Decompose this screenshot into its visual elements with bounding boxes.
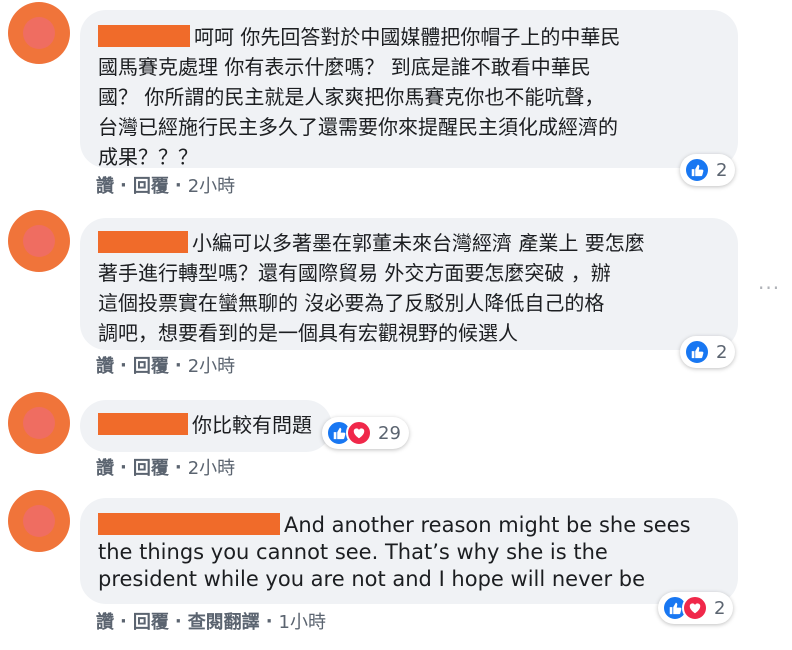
like-icon xyxy=(684,157,710,183)
comment-text: And another reason might be she sees the… xyxy=(98,512,720,593)
reaction-count: 2 xyxy=(716,341,728,363)
comment-actions: 讚 · 回覆 · 2小時 xyxy=(96,454,235,480)
comment-actions: 讚 · 回覆 · 查閱翻譯 · 1小時 xyxy=(96,608,326,634)
reaction-count: 2 xyxy=(716,159,728,181)
love-icon xyxy=(346,420,372,446)
avatar[interactable] xyxy=(8,392,70,454)
redacted-author-name[interactable] xyxy=(98,231,188,253)
comment-text: 呵呵 你先回答對於中國媒體把你帽子上的中華民 國馬賽克處理 你有表示什麼嗎？ 到… xyxy=(98,22,720,172)
avatar[interactable] xyxy=(8,490,70,552)
comment-body: 你比較有問題 xyxy=(192,413,312,437)
comment-actions: 讚 · 回覆 · 2小時 xyxy=(96,352,235,378)
reaction-summary[interactable]: 2 xyxy=(680,154,736,186)
reply-link[interactable]: 回覆 xyxy=(133,608,169,634)
reaction-summary[interactable]: 2 xyxy=(658,592,734,624)
redacted-author-name[interactable] xyxy=(98,25,190,47)
avatar[interactable] xyxy=(8,210,70,272)
comment-text: 小編可以多著墨在郭董未來台灣經濟 產業上 要怎麼 著手進行轉型嗎？還有國際貿易 … xyxy=(98,228,720,348)
like-icon xyxy=(684,339,710,365)
timestamp[interactable]: 2小時 xyxy=(188,352,235,378)
comment-actions: 讚 · 回覆 · 2小時 xyxy=(96,172,235,198)
redacted-author-name[interactable] xyxy=(98,513,280,535)
reply-link[interactable]: 回覆 xyxy=(133,454,169,480)
reaction-count: 2 xyxy=(714,597,726,619)
reply-link[interactable]: 回覆 xyxy=(133,352,169,378)
reaction-summary[interactable]: 2 xyxy=(680,336,736,368)
love-icon xyxy=(682,595,708,621)
timestamp[interactable]: 1小時 xyxy=(279,608,326,634)
like-link[interactable]: 讚 xyxy=(96,454,114,480)
more-options-icon[interactable]: ··· xyxy=(758,276,780,300)
reply-link[interactable]: 回覆 xyxy=(133,172,169,198)
reaction-count: 29 xyxy=(378,422,401,444)
reaction-summary[interactable]: 29 xyxy=(322,417,409,449)
timestamp[interactable]: 2小時 xyxy=(188,454,235,480)
timestamp[interactable]: 2小時 xyxy=(188,172,235,198)
comment-bubble: And another reason might be she sees the… xyxy=(80,498,738,604)
comment-bubble: 你比較有問題 xyxy=(80,400,332,452)
redacted-author-name[interactable] xyxy=(98,413,188,435)
comment-bubble: 呵呵 你先回答對於中國媒體把你帽子上的中華民 國馬賽克處理 你有表示什麼嗎？ 到… xyxy=(80,10,738,169)
like-link[interactable]: 讚 xyxy=(96,608,114,634)
like-link[interactable]: 讚 xyxy=(96,352,114,378)
see-translation-link[interactable]: 查閱翻譯 xyxy=(188,608,260,634)
like-link[interactable]: 讚 xyxy=(96,172,114,198)
comment-text: 你比較有問題 xyxy=(98,410,314,440)
comment-bubble: 小編可以多著墨在郭董未來台灣經濟 產業上 要怎麼 著手進行轉型嗎？還有國際貿易 … xyxy=(80,218,738,350)
avatar[interactable] xyxy=(8,2,70,64)
